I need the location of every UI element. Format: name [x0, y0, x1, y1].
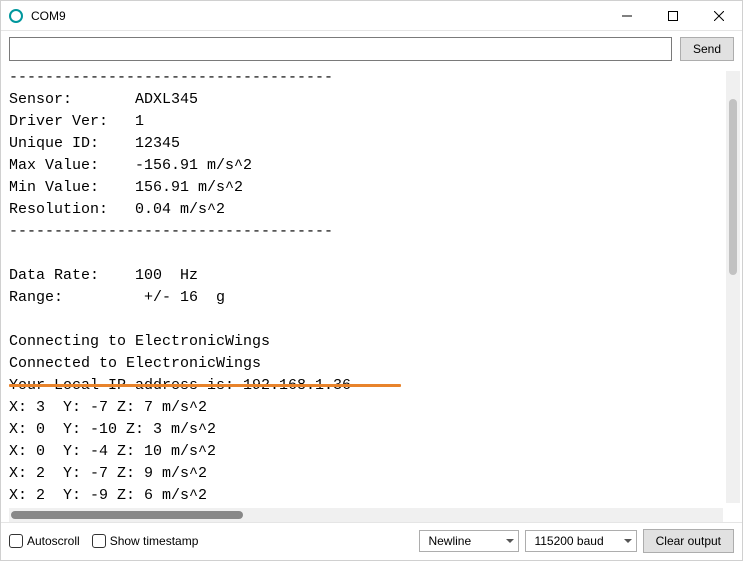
line-ending-select[interactable]: Newline [419, 530, 519, 552]
timestamp-checkbox[interactable]: Show timestamp [92, 534, 199, 548]
titlebar: COM9 [1, 1, 742, 31]
send-row: Send [1, 31, 742, 67]
horizontal-scrollbar-thumb[interactable] [11, 511, 243, 519]
maximize-button[interactable] [650, 1, 696, 31]
checkbox-icon [92, 534, 106, 548]
serial-output: ------------------------------------ Sen… [5, 67, 738, 507]
checkbox-icon [9, 534, 23, 548]
horizontal-scrollbar[interactable] [9, 508, 723, 522]
autoscroll-checkbox[interactable]: Autoscroll [9, 534, 80, 548]
minimize-button[interactable] [604, 1, 650, 31]
line-ending-value: Newline [428, 534, 471, 548]
chevron-down-icon [624, 539, 632, 543]
output-wrap: ------------------------------------ Sen… [5, 67, 738, 522]
window-title: COM9 [31, 9, 66, 23]
baud-value: 115200 baud [534, 534, 603, 548]
timestamp-label: Show timestamp [110, 534, 199, 548]
bottombar: Autoscroll Show timestamp Newline 115200… [1, 522, 742, 559]
clear-output-button[interactable]: Clear output [643, 529, 734, 553]
chevron-down-icon [506, 539, 514, 543]
serial-output-text: ------------------------------------ Sen… [9, 67, 734, 507]
send-button[interactable]: Send [680, 37, 734, 61]
annotation-underline [9, 384, 401, 387]
vertical-scrollbar-thumb[interactable] [729, 99, 737, 275]
arduino-icon [9, 9, 23, 23]
close-button[interactable] [696, 1, 742, 31]
vertical-scrollbar[interactable] [726, 71, 740, 503]
autoscroll-label: Autoscroll [27, 534, 80, 548]
serial-input[interactable] [9, 37, 672, 61]
baud-select[interactable]: 115200 baud [525, 530, 636, 552]
